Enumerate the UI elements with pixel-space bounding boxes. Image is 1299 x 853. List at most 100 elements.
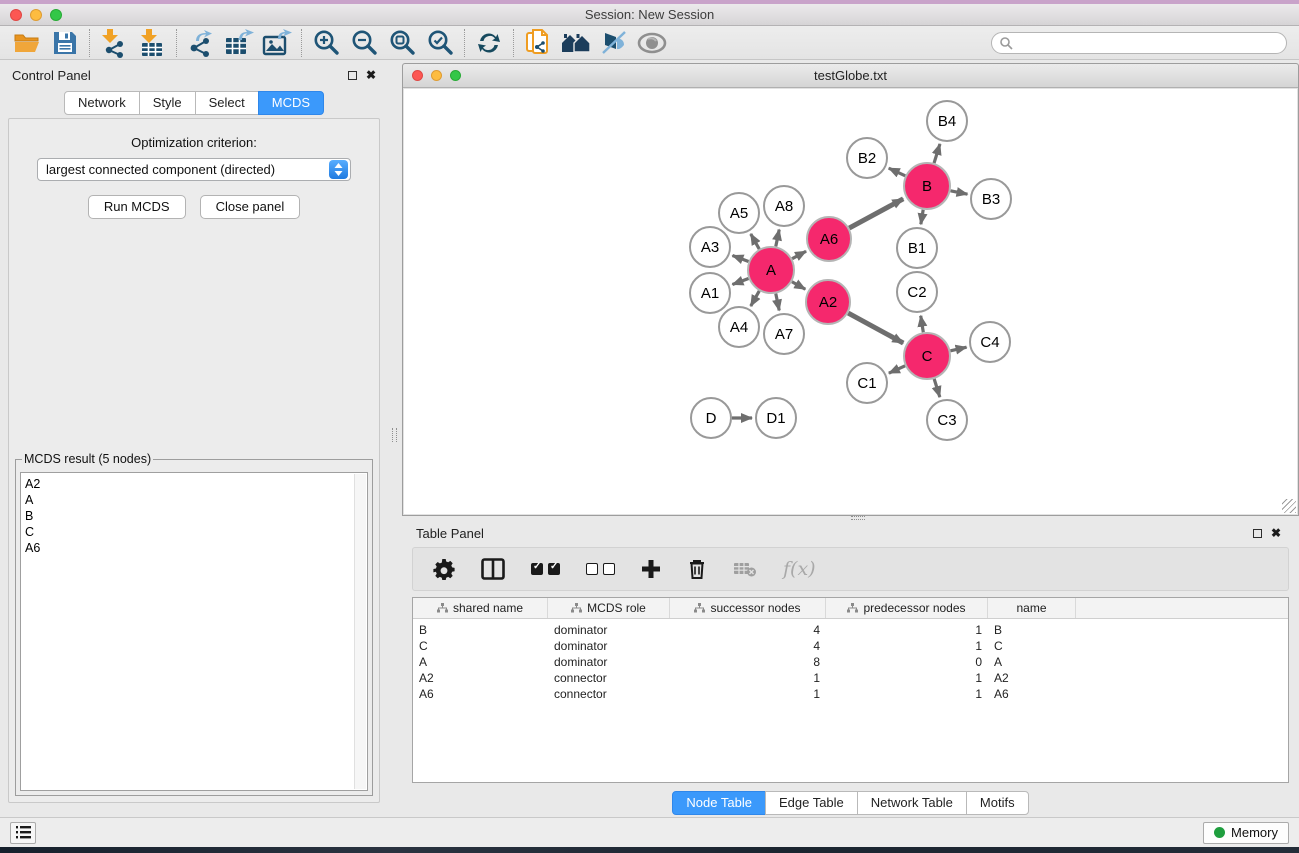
- tab-select[interactable]: Select: [195, 91, 259, 115]
- tab-network-table[interactable]: Network Table: [857, 791, 967, 815]
- tab-motifs[interactable]: Motifs: [966, 791, 1029, 815]
- minimize-network-icon[interactable]: [431, 70, 442, 81]
- gear-icon[interactable]: [433, 558, 455, 580]
- select-all-icon[interactable]: [531, 563, 560, 575]
- zoom-in-icon[interactable]: [307, 28, 345, 58]
- cell-shared-name[interactable]: B: [413, 622, 548, 638]
- edge-A2-C[interactable]: [848, 313, 903, 343]
- splitter-handle[interactable]: [392, 428, 397, 442]
- node-B[interactable]: B: [904, 163, 950, 209]
- node-A[interactable]: A: [748, 247, 794, 293]
- cell-mcds-role[interactable]: connector: [548, 670, 670, 686]
- table-row[interactable]: Adominator80A: [413, 654, 1288, 670]
- node-D1[interactable]: D1: [756, 398, 796, 438]
- table-row[interactable]: A2connector11A2: [413, 670, 1288, 686]
- close-window-icon[interactable]: [10, 9, 22, 21]
- hide-details-icon[interactable]: [595, 28, 633, 58]
- cell-shared-name[interactable]: A6: [413, 686, 548, 702]
- deselect-all-icon[interactable]: [586, 563, 615, 575]
- cell-successor-nodes[interactable]: 1: [670, 670, 826, 686]
- node-B4[interactable]: B4: [927, 101, 967, 141]
- export-table-icon[interactable]: [220, 28, 258, 58]
- edge-A6-B[interactable]: [849, 199, 903, 228]
- save-session-icon[interactable]: [46, 28, 84, 58]
- zoom-selected-icon[interactable]: [421, 28, 459, 58]
- zoom-network-icon[interactable]: [450, 70, 461, 81]
- node-C[interactable]: C: [904, 333, 950, 379]
- cell-name[interactable]: A6: [988, 686, 1076, 702]
- node-A6[interactable]: A6: [807, 217, 851, 261]
- session-files-icon[interactable]: [519, 28, 557, 58]
- node-C3[interactable]: C3: [927, 400, 967, 440]
- node-C1[interactable]: C1: [847, 363, 887, 403]
- search-field[interactable]: [991, 32, 1287, 54]
- node-B1[interactable]: B1: [897, 228, 937, 268]
- result-item[interactable]: A2: [25, 476, 367, 492]
- cell-predecessor-nodes[interactable]: 0: [826, 654, 988, 670]
- network-canvas[interactable]: B4B2BB3A5A8A6A3B1AA1C2A2A4A7CC4C1C3DD1: [404, 89, 1297, 514]
- edge-A-A1[interactable]: [732, 278, 748, 284]
- refresh-icon[interactable]: [470, 28, 508, 58]
- node-A3[interactable]: A3: [690, 227, 730, 267]
- network-graph[interactable]: B4B2BB3A5A8A6A3B1AA1C2A2A4A7CC4C1C3DD1: [404, 89, 1297, 514]
- edge-A-A6[interactable]: [792, 251, 806, 258]
- edge-A-A3[interactable]: [732, 255, 748, 261]
- cell-shared-name[interactable]: C: [413, 638, 548, 654]
- edge-A-A5[interactable]: [751, 234, 760, 249]
- tab-node-table[interactable]: Node Table: [672, 791, 766, 815]
- edge-B-B1[interactable]: [921, 210, 923, 225]
- delete-icon[interactable]: [687, 558, 707, 580]
- node-B3[interactable]: B3: [971, 179, 1011, 219]
- edge-B-B4[interactable]: [934, 144, 940, 163]
- node-A8[interactable]: A8: [764, 186, 804, 226]
- cell-shared-name[interactable]: A2: [413, 670, 548, 686]
- column-header-predecessor-nodes[interactable]: predecessor nodes: [826, 598, 988, 618]
- close-table-panel-icon[interactable]: ✖: [1271, 527, 1281, 539]
- cell-mcds-role[interactable]: connector: [548, 686, 670, 702]
- node-A1[interactable]: A1: [690, 273, 730, 313]
- import-network-icon[interactable]: [95, 28, 133, 58]
- zoom-out-icon[interactable]: [345, 28, 383, 58]
- table-row[interactable]: Bdominator41B: [413, 622, 1288, 638]
- add-icon[interactable]: [641, 559, 661, 579]
- tab-edge-table[interactable]: Edge Table: [765, 791, 858, 815]
- cell-predecessor-nodes[interactable]: 1: [826, 686, 988, 702]
- minimize-window-icon[interactable]: [30, 9, 42, 21]
- node-D[interactable]: D: [691, 398, 731, 438]
- mcds-result-list[interactable]: A2ABCA6: [20, 472, 368, 791]
- close-panel-button[interactable]: Close panel: [200, 195, 301, 219]
- resize-grip-icon[interactable]: [1282, 499, 1296, 513]
- cell-predecessor-nodes[interactable]: 1: [826, 670, 988, 686]
- search-input[interactable]: [1013, 36, 1286, 50]
- home-icon[interactable]: [557, 28, 595, 58]
- tab-mcds[interactable]: MCDS: [258, 91, 324, 115]
- cell-name[interactable]: B: [988, 622, 1076, 638]
- edge-C-C2[interactable]: [921, 316, 924, 333]
- cell-shared-name[interactable]: A: [413, 654, 548, 670]
- edge-B-B3[interactable]: [951, 191, 968, 194]
- column-header-mcds-role[interactable]: MCDS role: [548, 598, 670, 618]
- network-window-titlebar[interactable]: testGlobe.txt: [403, 64, 1298, 88]
- result-item[interactable]: C: [25, 524, 367, 540]
- task-history-button[interactable]: [10, 822, 36, 844]
- node-table[interactable]: shared nameMCDS rolesuccessor nodesprede…: [412, 597, 1289, 783]
- float-panel-icon[interactable]: [348, 71, 357, 80]
- open-folder-icon[interactable]: [8, 28, 46, 58]
- result-item[interactable]: A6: [25, 540, 367, 556]
- export-image-icon[interactable]: [258, 28, 296, 58]
- tab-style[interactable]: Style: [139, 91, 196, 115]
- cell-mcds-role[interactable]: dominator: [548, 622, 670, 638]
- node-A4[interactable]: A4: [719, 307, 759, 347]
- node-A2[interactable]: A2: [806, 280, 850, 324]
- node-A5[interactable]: A5: [719, 193, 759, 233]
- column-header-shared-name[interactable]: shared name: [413, 598, 548, 618]
- column-browser-icon[interactable]: [481, 558, 505, 580]
- edge-A-A4[interactable]: [751, 291, 760, 306]
- edge-B-B2[interactable]: [889, 168, 906, 176]
- cell-predecessor-nodes[interactable]: 1: [826, 622, 988, 638]
- run-mcds-button[interactable]: Run MCDS: [88, 195, 186, 219]
- delete-table-icon[interactable]: [733, 560, 757, 578]
- zoom-window-icon[interactable]: [50, 9, 62, 21]
- cell-successor-nodes[interactable]: 4: [670, 622, 826, 638]
- cell-predecessor-nodes[interactable]: 1: [826, 638, 988, 654]
